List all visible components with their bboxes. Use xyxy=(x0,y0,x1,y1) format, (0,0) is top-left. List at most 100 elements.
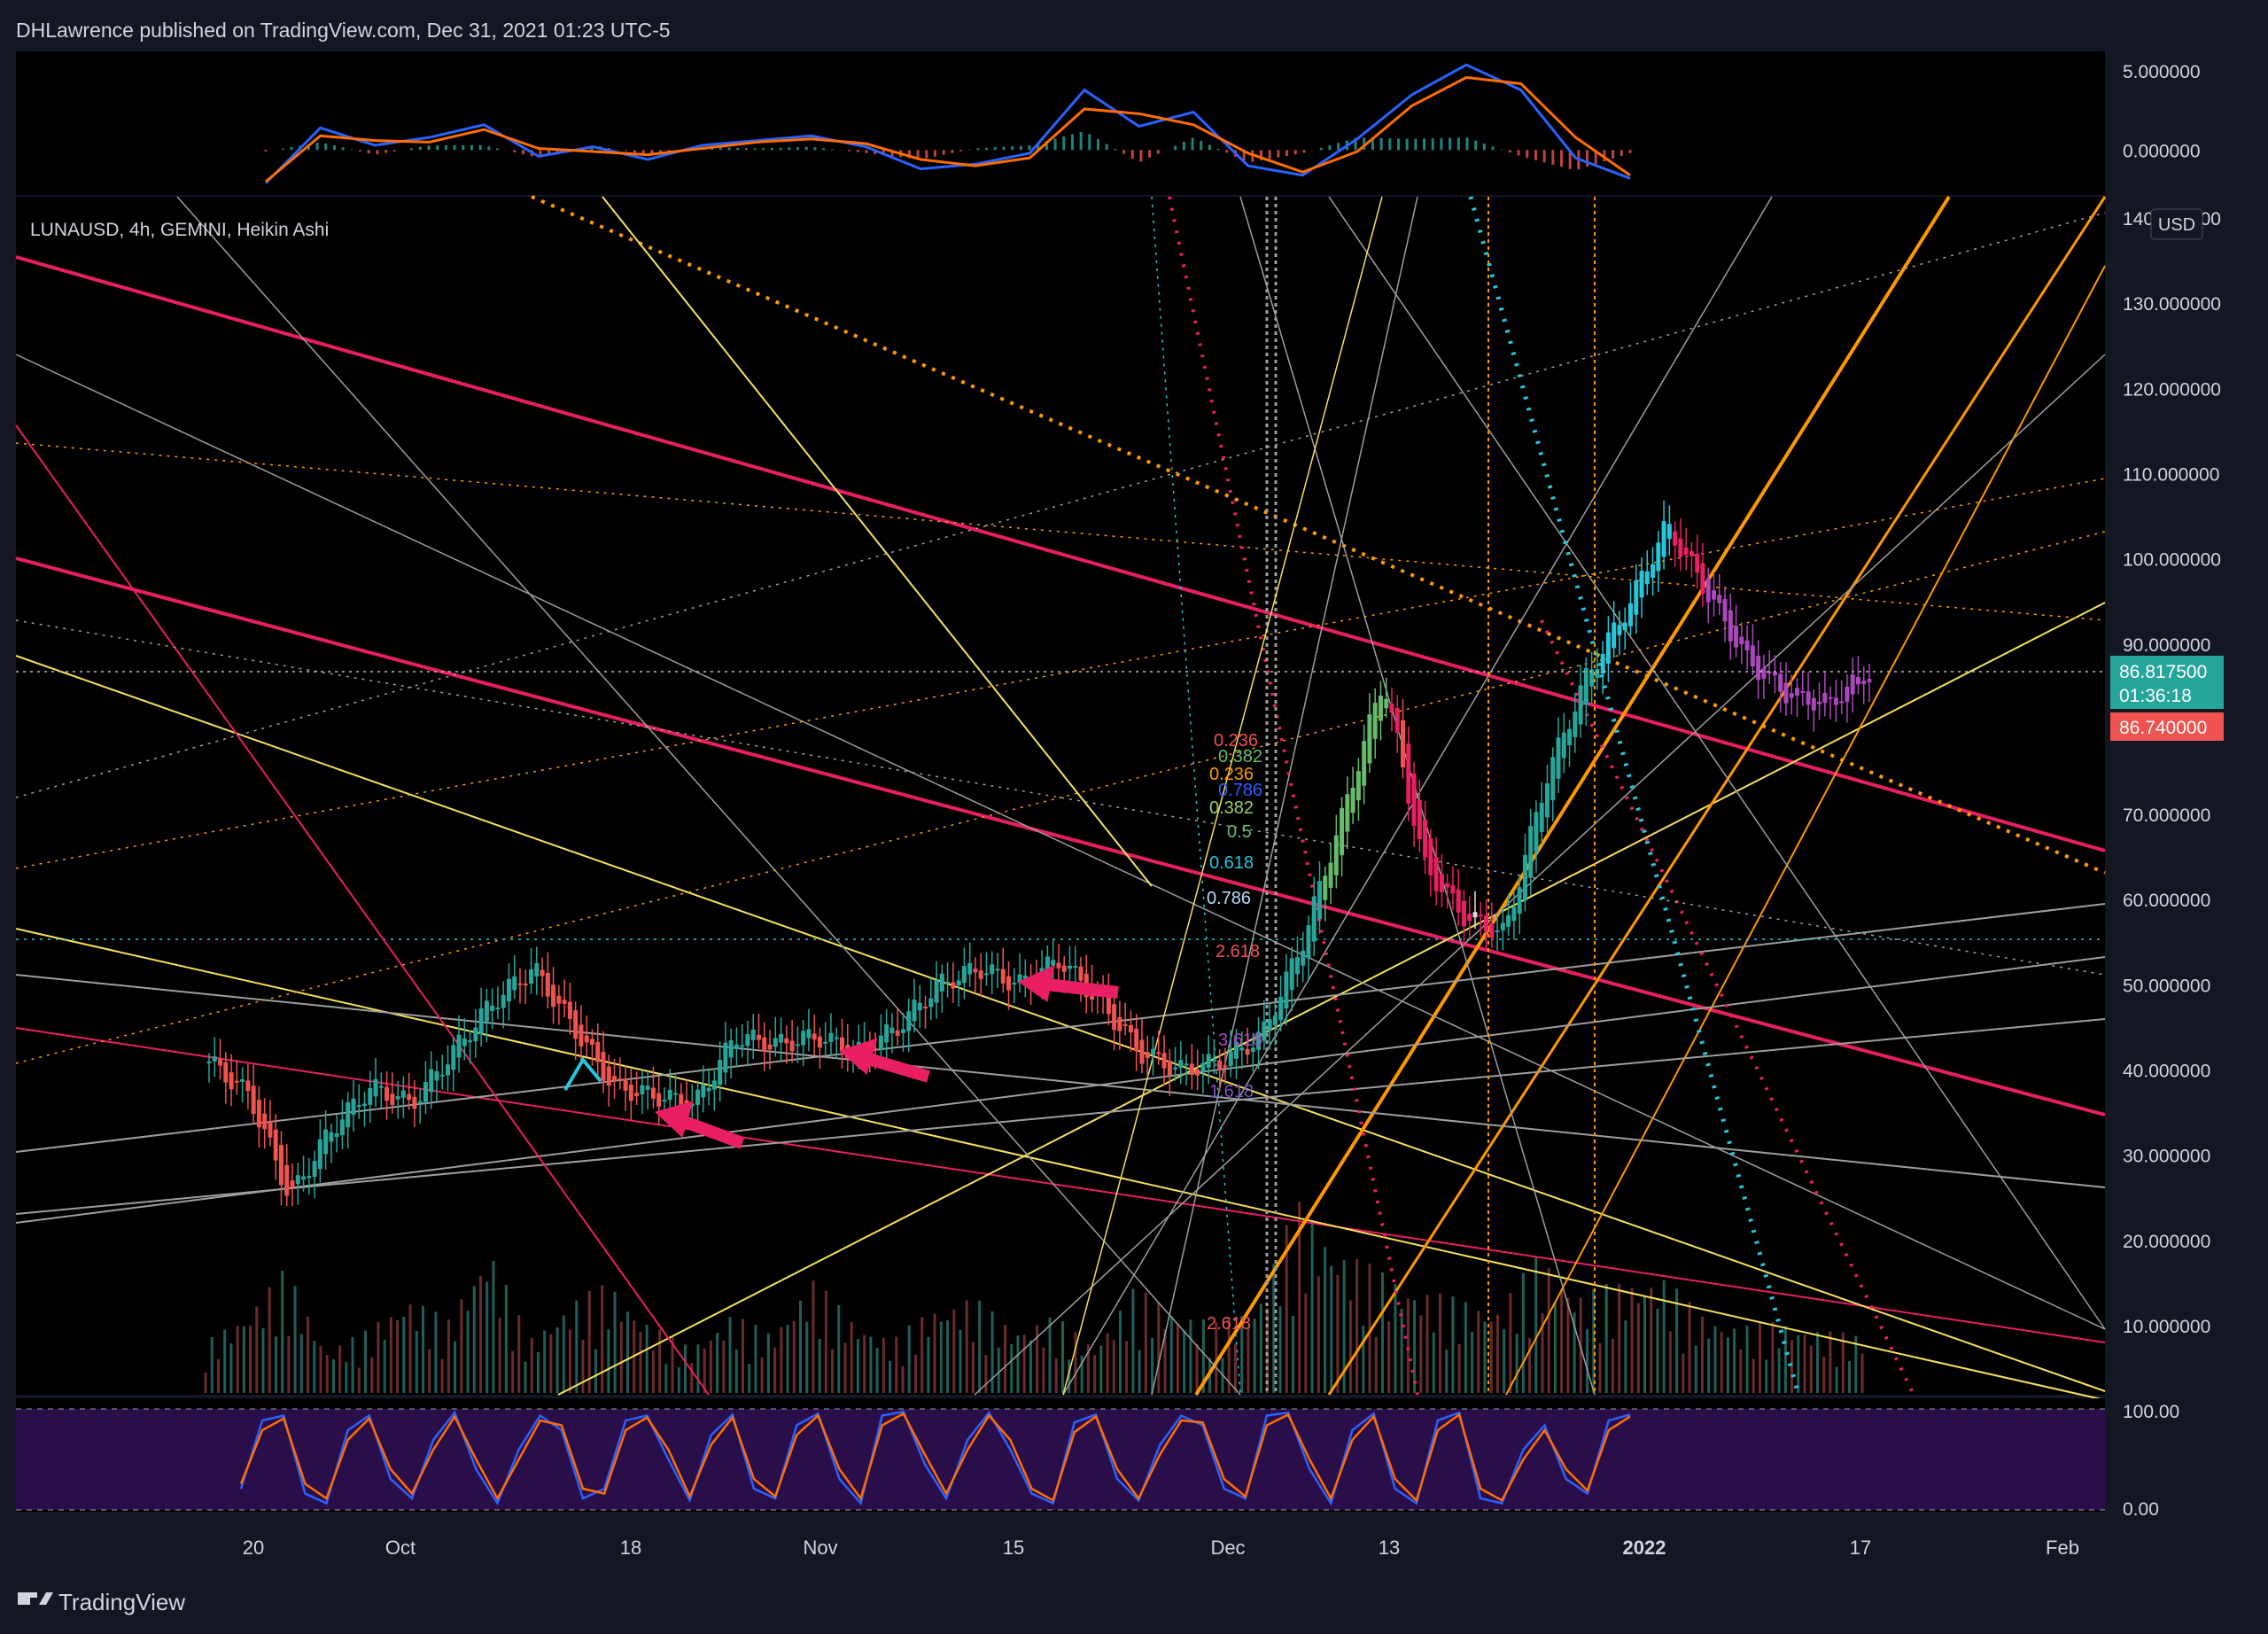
candle-body xyxy=(750,1029,756,1040)
candle-body xyxy=(1223,1065,1228,1068)
candle-body xyxy=(1200,1062,1206,1073)
candle-body xyxy=(1644,571,1650,585)
candle-body xyxy=(429,1069,434,1093)
candle-body xyxy=(1489,923,1495,938)
candle-body xyxy=(1228,1051,1233,1067)
candle-body xyxy=(1195,1069,1200,1076)
candle-body xyxy=(1439,874,1444,893)
candle-body xyxy=(1345,794,1350,832)
macd-y-tick-label: 0.000000 xyxy=(2123,141,2201,161)
candle-body xyxy=(823,1041,828,1044)
candle-body xyxy=(323,1129,329,1155)
candle-body xyxy=(495,1008,501,1010)
time-axis-tick-label: Oct xyxy=(385,1537,416,1559)
candle-body xyxy=(223,1062,229,1083)
fib-level-label: 3.618 xyxy=(1218,1031,1262,1050)
candle-body xyxy=(400,1090,406,1098)
candle-body xyxy=(928,998,934,1008)
candle-body xyxy=(417,1101,423,1103)
candle-body xyxy=(817,1036,822,1048)
candle-body xyxy=(1656,542,1661,572)
candle-body xyxy=(1833,697,1838,705)
candle-body xyxy=(1778,673,1783,692)
candle-body xyxy=(834,1037,839,1039)
candle-body xyxy=(1184,1063,1189,1066)
fib-level-label: 2.618 xyxy=(1207,1314,1251,1334)
candle-body xyxy=(923,1007,928,1009)
candle-body xyxy=(368,1087,373,1105)
candle-body xyxy=(1783,682,1789,704)
candle-body xyxy=(1495,930,1500,933)
candle-body xyxy=(1605,632,1611,664)
candle-body xyxy=(1167,1060,1172,1076)
candle-body xyxy=(390,1093,395,1106)
candle-body xyxy=(1506,914,1511,927)
candle-body xyxy=(995,969,1000,971)
candle-body xyxy=(1750,645,1755,666)
candle-body xyxy=(1311,896,1317,942)
main-y-tick-label: 10.000000 xyxy=(2123,1317,2210,1337)
candle-body xyxy=(1217,1060,1223,1070)
candle-body xyxy=(1128,1024,1133,1033)
candle-body xyxy=(256,1100,261,1128)
macd-y-tick-label: 5.000000 xyxy=(2123,62,2201,82)
candle-body xyxy=(728,1039,734,1058)
candle-body xyxy=(1539,802,1544,832)
time-axis-tick-label: 18 xyxy=(620,1537,641,1559)
candle-body xyxy=(1384,698,1389,709)
candle-body xyxy=(1478,914,1483,917)
candle-body xyxy=(606,1066,611,1086)
candle-body xyxy=(251,1085,256,1115)
publish-header: DHLawrence published on TradingView.com,… xyxy=(16,19,671,42)
candle-body xyxy=(1651,564,1656,579)
candle-body xyxy=(967,962,973,975)
candle-body xyxy=(307,1176,312,1179)
candle-body xyxy=(917,1002,922,1011)
candle-body xyxy=(1067,965,1072,969)
candle-body xyxy=(1389,704,1394,713)
trading-chart[interactable]: 0.2360.3820.2360.7860.3820.50.6180.7862.… xyxy=(0,0,2268,1634)
candle-body xyxy=(934,980,939,1003)
candle-body xyxy=(1372,703,1378,739)
candle-body xyxy=(1284,971,1289,1009)
candle-body xyxy=(889,1027,895,1034)
candle-body xyxy=(567,1001,572,1019)
candle-body xyxy=(640,1085,645,1095)
candle-body xyxy=(1328,862,1333,888)
candle-body xyxy=(1423,819,1428,858)
candle-body xyxy=(312,1161,317,1178)
prev-price-badge: 86.740000 xyxy=(2110,712,2224,741)
candle-body xyxy=(1394,708,1400,733)
candle-body xyxy=(1411,774,1417,827)
candle-body xyxy=(1272,1015,1278,1025)
candle-body xyxy=(912,1000,917,1022)
candle-body xyxy=(545,973,550,997)
candle-body xyxy=(1484,915,1489,931)
candle-body xyxy=(1634,580,1639,615)
main-pane-bg xyxy=(16,197,2105,1395)
candle-body xyxy=(1355,771,1361,801)
candle-body xyxy=(1301,950,1306,966)
candle-body xyxy=(951,982,956,989)
candle-body xyxy=(1156,1052,1161,1054)
candle-body xyxy=(645,1085,650,1090)
candle-body xyxy=(451,1045,456,1070)
candle-body xyxy=(262,1113,268,1130)
time-axis-tick-label: 20 xyxy=(243,1537,264,1559)
candle-body xyxy=(373,1078,378,1097)
candle-body xyxy=(878,1035,883,1050)
candle-body xyxy=(906,1011,912,1031)
candle-body xyxy=(939,973,944,992)
candle-body xyxy=(1756,656,1761,681)
candle-body xyxy=(884,1023,889,1043)
candle-body xyxy=(1795,688,1800,696)
candle-body xyxy=(612,1076,617,1081)
candle-body xyxy=(1573,712,1578,737)
fib-level-label: 0.786 xyxy=(1207,889,1251,908)
candle-body xyxy=(1367,714,1372,764)
candle-body xyxy=(1528,826,1534,878)
candle-body xyxy=(667,1089,672,1101)
footer-brand: TradingView xyxy=(58,1589,185,1615)
time-axis-tick-label: 17 xyxy=(1850,1537,1871,1559)
candle-body xyxy=(1178,1060,1184,1068)
